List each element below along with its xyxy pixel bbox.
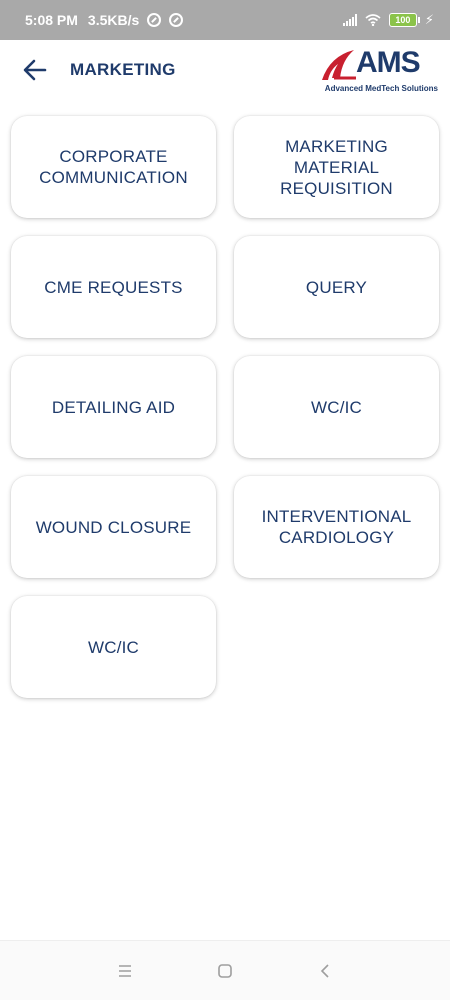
- tile-wc-ic[interactable]: WC/IC: [234, 356, 439, 458]
- tile-corporate-communication[interactable]: CORPORATE COMMUNICATION: [11, 116, 216, 218]
- back-chevron-icon: [320, 963, 329, 978]
- tile-detailing-aid[interactable]: DETAILING AID: [11, 356, 216, 458]
- back-arrow-icon: [23, 59, 47, 81]
- wifi-icon: [365, 14, 381, 26]
- marketing-menu-grid: CORPORATE COMMUNICATION MARKETING MATERI…: [11, 116, 439, 698]
- logo-mark-icon: [322, 50, 356, 80]
- tile-marketing-material-requisition[interactable]: MARKETING MATERIAL REQUISITION: [234, 116, 439, 218]
- circle-slash-icon: [169, 13, 184, 27]
- battery-level: 100: [395, 15, 411, 25]
- home-square-icon: [218, 963, 232, 978]
- circle-slash-icon: [147, 13, 162, 27]
- status-bar: 5:08 PM 3.5KB/s 100 ⚡: [0, 0, 450, 40]
- back-button[interactable]: [22, 58, 48, 82]
- battery-icon: 100: [388, 13, 420, 27]
- status-left: 5:08 PM 3.5KB/s: [25, 12, 343, 28]
- status-net-speed: 3.5KB/s: [87, 12, 140, 28]
- status-time: 5:08 PM: [25, 12, 78, 28]
- tile-query[interactable]: QUERY: [234, 236, 439, 338]
- nav-menu-button[interactable]: [114, 960, 136, 982]
- tile-interventional-cardiology[interactable]: INTERVENTIONAL CARDIOLOGY: [234, 476, 439, 578]
- tile-wound-closure[interactable]: WOUND CLOSURE: [11, 476, 216, 578]
- page-title: MARKETING: [70, 60, 176, 79]
- nav-back-button[interactable]: [314, 960, 336, 982]
- company-logo: AMS Advanced MedTech Solutions: [320, 46, 438, 96]
- menu-icon: [119, 964, 131, 977]
- charging-bolt-icon: ⚡: [424, 12, 434, 27]
- tile-wc-ic-2[interactable]: WC/IC: [11, 596, 216, 698]
- status-right: 100 ⚡: [342, 12, 434, 28]
- nav-home-button[interactable]: [214, 960, 236, 982]
- system-nav-bar: [0, 940, 450, 1000]
- logo-text: AMS: [356, 46, 421, 79]
- app-header: MARKETING AMS Advanced MedTech Solutions: [0, 40, 450, 102]
- logo-tagline: Advanced MedTech Solutions: [324, 84, 438, 93]
- signal-icon: [342, 14, 357, 26]
- tile-cme-requests[interactable]: CME REQUESTS: [11, 236, 216, 338]
